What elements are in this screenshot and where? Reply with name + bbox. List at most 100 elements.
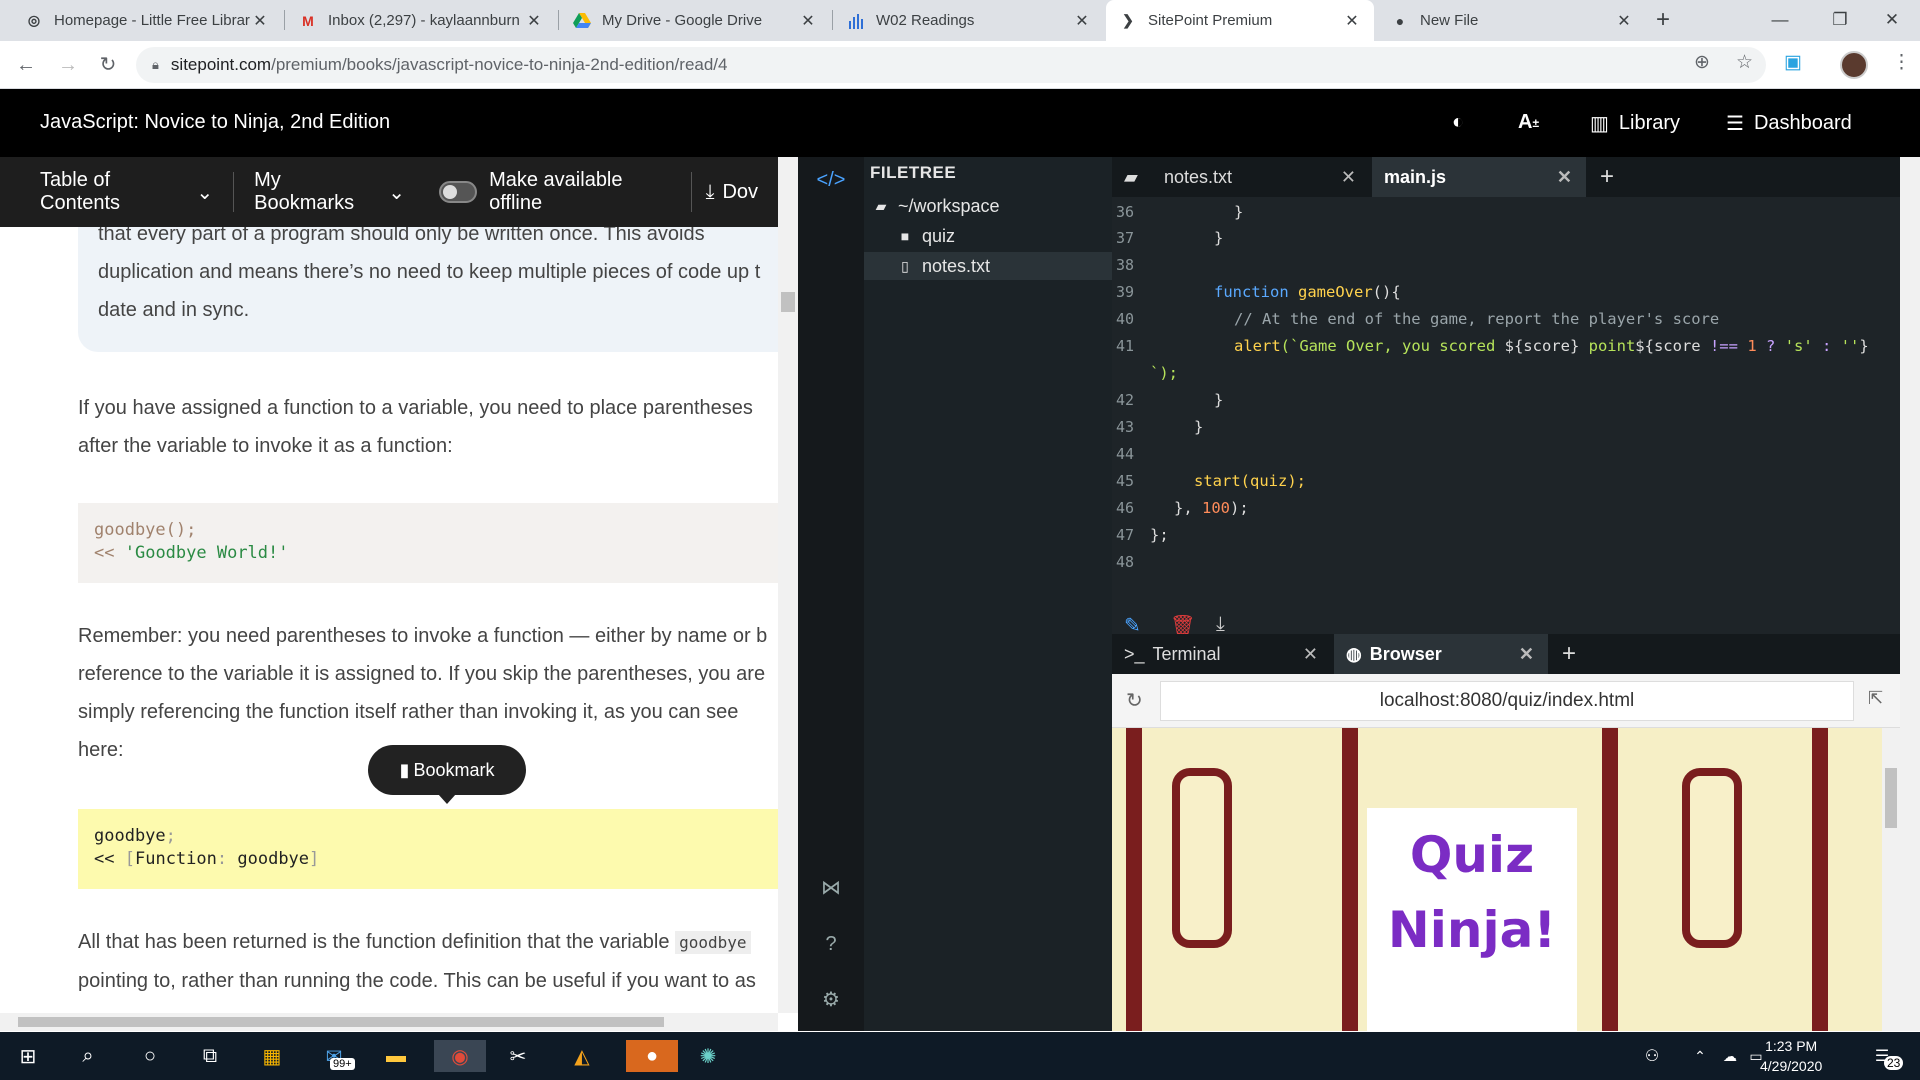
code-icon[interactable]: </>	[816, 165, 846, 195]
scrollbar-thumb[interactable]	[1885, 768, 1897, 828]
chevron-up-icon[interactable]: ⌃	[1684, 1040, 1716, 1072]
people-icon[interactable]: ⚇	[1636, 1040, 1668, 1072]
star-icon[interactable]: ☆	[1736, 51, 1753, 74]
download-icon[interactable]: ⤓	[1216, 613, 1225, 636]
install-icon[interactable]: ⊕	[1694, 51, 1710, 74]
font-size-button[interactable]: A ±	[1518, 111, 1539, 134]
tab-google-drive[interactable]: My Drive - Google Drive ✕	[560, 0, 830, 41]
tree-item-workspace[interactable]: ▰ ~/workspace	[864, 192, 1112, 220]
address-bar[interactable]: 🔒︎ sitepoint.com/premium/books/javascrip…	[136, 47, 1766, 83]
task-view-icon[interactable]: ⧉	[194, 1040, 226, 1072]
chrome-icon[interactable]: ◉	[434, 1040, 486, 1072]
note-line: duplication and means there’s no need to…	[98, 261, 761, 283]
decor-pillar	[1342, 728, 1358, 1031]
code-token: },	[1174, 499, 1193, 517]
tab-browser[interactable]: ◍ Browser ✕	[1334, 634, 1548, 674]
tab-new-file[interactable]: ● New File ✕	[1378, 0, 1646, 41]
new-tab-button[interactable]: +	[1648, 6, 1678, 36]
tab-w02-readings[interactable]: W02 Readings ✕	[834, 0, 1104, 41]
paragraph: All that has been returned is the functi…	[78, 923, 778, 1000]
tab-terminal[interactable]: >_ Terminal ✕	[1112, 634, 1332, 674]
close-icon[interactable]: ✕	[1557, 167, 1572, 188]
code-token: goodbye	[237, 849, 310, 869]
quiz-title-line: Ninja!	[1387, 901, 1557, 959]
preview-url-field[interactable]: localhost:8080/quiz/index.html	[1160, 681, 1854, 721]
code-line: }	[1214, 391, 1224, 409]
folder-open-icon[interactable]: ▰	[1112, 157, 1152, 197]
back-icon[interactable]: ←	[12, 51, 40, 79]
ide-panel: </> ⋈ ? ⚙ FILETREE ▰ ~/workspace ■ quiz ▯ n…	[798, 157, 1900, 1031]
bookmark-label: Bookmark	[413, 759, 495, 780]
tree-item-notes[interactable]: ▯ notes.txt	[864, 252, 1112, 280]
code-token: ''	[1840, 337, 1860, 355]
share-icon[interactable]: ⋈	[816, 873, 846, 903]
code-prompt: <<	[94, 543, 115, 563]
code-token: 100	[1202, 499, 1231, 517]
book-title: JavaScript: Novice to Ninja, 2nd Edition	[40, 111, 391, 133]
cortana-icon[interactable]: ○	[134, 1040, 166, 1072]
code-comment: // At the end of the game, report the pl…	[1234, 310, 1720, 328]
close-icon[interactable]: ✕	[798, 11, 818, 31]
dashboard-link[interactable]: ☰ Dashboard	[1726, 111, 1852, 136]
forward-icon[interactable]: →	[54, 51, 82, 79]
store-icon[interactable]: ▦	[256, 1040, 288, 1072]
refresh-icon[interactable]: ↻	[1126, 688, 1143, 713]
app-icon[interactable]: ◭	[566, 1040, 598, 1072]
preview-scrollbar[interactable]	[1882, 728, 1900, 1031]
page-scrollbar[interactable]	[1900, 157, 1920, 1031]
file-explorer-icon[interactable]: ▬	[380, 1040, 412, 1072]
decor-pillar	[1126, 728, 1142, 1031]
tab-main-js[interactable]: main.js ✕	[1372, 157, 1586, 197]
code-token: );	[1230, 499, 1249, 517]
vertical-scrollbar[interactable]	[778, 157, 798, 1013]
game-app-icon[interactable]: ●	[626, 1040, 678, 1072]
menu-icon[interactable]: ⋮	[1892, 51, 1911, 74]
close-window-icon[interactable]: ✕	[1862, 0, 1920, 41]
toggle-switch[interactable]	[439, 181, 478, 203]
close-icon[interactable]: ✕	[1072, 11, 1092, 31]
close-icon[interactable]: ✕	[1614, 11, 1634, 31]
windows-start-icon[interactable]: ⊞	[12, 1040, 44, 1072]
close-icon[interactable]: ✕	[1519, 644, 1534, 665]
note-box: that every part of a program should only…	[78, 217, 778, 352]
close-icon[interactable]: ✕	[1341, 167, 1356, 188]
close-icon[interactable]: ✕	[1303, 644, 1318, 665]
add-tab-icon[interactable]: +	[1588, 157, 1628, 197]
restore-icon[interactable]: ❐	[1810, 0, 1870, 41]
scrollbar-thumb[interactable]	[781, 292, 795, 312]
bookmarks-dropdown[interactable]: My Bookmarks ⌄	[234, 169, 425, 214]
tab-notes-txt[interactable]: notes.txt ✕	[1152, 157, 1370, 197]
system-clock[interactable]: 1:23 PM 4/29/2020	[1760, 1036, 1822, 1076]
add-panel-icon[interactable]: +	[1550, 634, 1590, 674]
bookmark-tooltip-button[interactable]: ▮ Bookmark	[368, 745, 526, 804]
close-icon[interactable]: ✕	[250, 11, 270, 31]
horizontal-scrollbar[interactable]	[0, 1013, 778, 1031]
tab-little-free-library[interactable]: ◎ Homepage - Little Free Librar ✕	[12, 0, 282, 41]
tab-label: Browser	[1369, 643, 1442, 664]
filetree-title: FILETREE	[870, 163, 957, 182]
table-of-contents-dropdown[interactable]: Table of Contents ⌄	[0, 169, 233, 214]
code-line: start(quiz);	[1194, 470, 1306, 492]
tab-sitepoint-premium[interactable]: ❯ SitePoint Premium ✕	[1106, 0, 1374, 41]
contrast-toggle[interactable]: ◐	[1452, 111, 1474, 134]
close-icon[interactable]: ✕	[524, 11, 544, 31]
app-icon[interactable]: ✺	[692, 1040, 724, 1072]
extension-icon[interactable]: ▣	[1784, 51, 1802, 74]
article-content: that every part of a program should only…	[0, 157, 778, 1013]
download-button[interactable]: ⤓ Dov	[692, 172, 778, 212]
settings-gear-icon[interactable]: ⚙	[816, 985, 846, 1015]
help-icon[interactable]: ?	[816, 929, 846, 959]
search-icon[interactable]: ⌕	[72, 1040, 104, 1072]
library-link[interactable]: ▥ Library	[1590, 111, 1680, 136]
tree-item-quiz[interactable]: ■ quiz	[864, 222, 1112, 250]
offline-toggle[interactable]: Make available offline	[425, 169, 691, 214]
tab-gmail[interactable]: M Inbox (2,297) - kaylaannburn ✕	[286, 0, 556, 41]
external-link-icon[interactable]: ⇱	[1868, 688, 1883, 709]
avatar[interactable]	[1840, 51, 1868, 79]
close-icon[interactable]: ✕	[1342, 11, 1362, 31]
reload-icon[interactable]: ↻	[94, 51, 122, 79]
code-token: ?	[1766, 337, 1776, 355]
snipping-tool-icon[interactable]: ✂	[502, 1040, 534, 1072]
minimize-icon[interactable]: —	[1750, 0, 1810, 41]
scrollbar-thumb[interactable]	[18, 1017, 664, 1027]
